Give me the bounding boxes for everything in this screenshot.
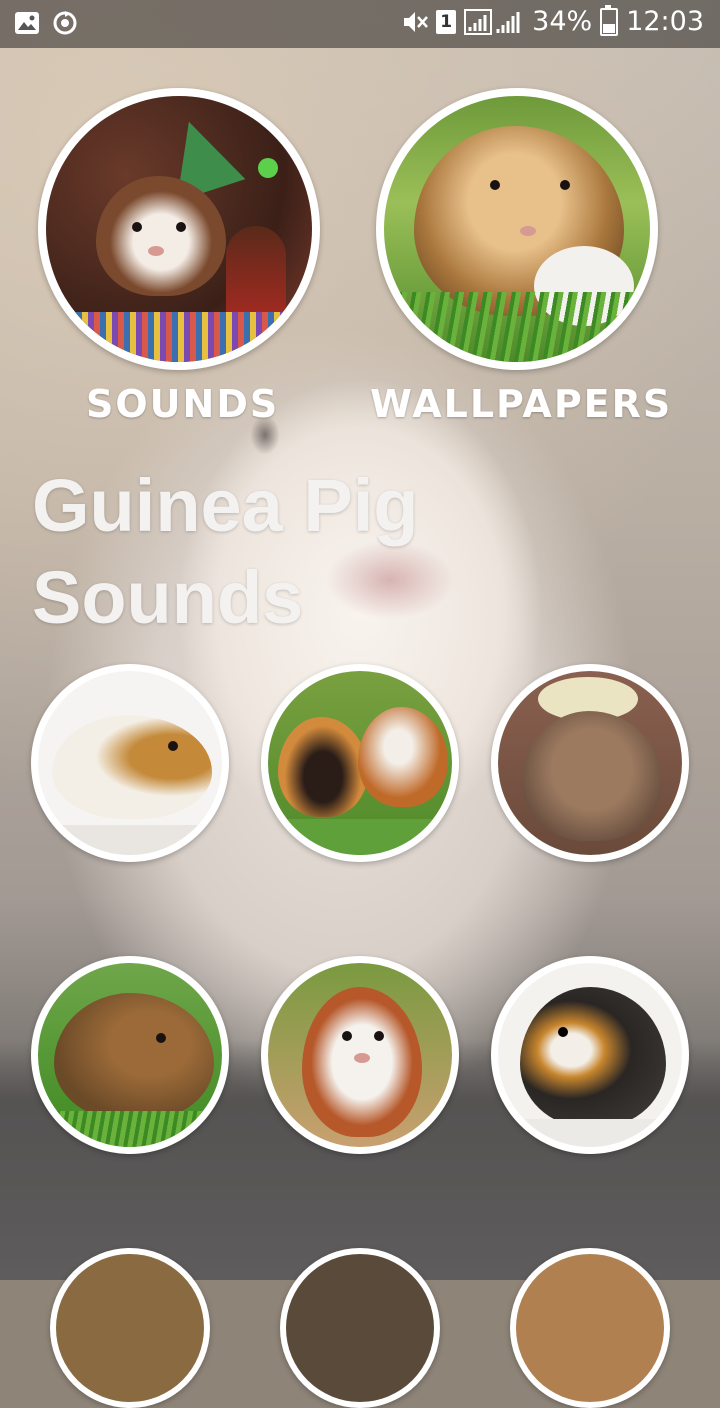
image-icon — [14, 10, 40, 36]
sound-tile-3[interactable] — [491, 664, 689, 862]
sounds-photo — [46, 96, 312, 362]
tile-7-photo — [56, 1254, 204, 1402]
tile-4-photo — [38, 963, 222, 1147]
sound-tile-1[interactable] — [31, 664, 229, 862]
sounds-label[interactable]: SOUNDS — [86, 382, 279, 426]
sound-tile-2[interactable] — [261, 664, 459, 862]
sound-tile-4[interactable] — [31, 956, 229, 1154]
tile-2-photo — [268, 671, 452, 855]
party-guinea-pig — [96, 176, 226, 296]
sound-tile-8[interactable] — [280, 1248, 440, 1408]
clock: 12:03 — [626, 6, 704, 37]
sound-tile-6[interactable] — [491, 956, 689, 1154]
mute-icon — [402, 9, 429, 35]
wallpapers-photo — [384, 96, 650, 362]
wallpapers-label[interactable]: WALLPAPERS — [370, 382, 672, 426]
green-balloon-icon — [258, 158, 278, 178]
wallpapers-button[interactable] — [376, 88, 658, 370]
tile-5-photo — [268, 963, 452, 1147]
tile-8-photo — [286, 1254, 434, 1402]
page-title: Guinea Pig Sounds — [32, 464, 419, 639]
sound-tile-5[interactable] — [261, 956, 459, 1154]
tile-9-photo — [516, 1254, 664, 1402]
tile-1-photo — [38, 671, 222, 855]
sync-icon — [52, 10, 78, 36]
signal-icon — [464, 8, 524, 35]
sim-indicator: 1 — [436, 9, 457, 34]
tile-3-photo — [498, 671, 682, 855]
status-bar: 1 34% 12:03 — [0, 0, 720, 48]
tile-6-photo — [498, 963, 682, 1147]
battery-percent: 34% — [532, 6, 593, 37]
sound-tile-9[interactable] — [510, 1248, 670, 1408]
sound-tile-7[interactable] — [50, 1248, 210, 1408]
battery-icon — [600, 4, 619, 36]
sounds-button[interactable] — [38, 88, 320, 370]
